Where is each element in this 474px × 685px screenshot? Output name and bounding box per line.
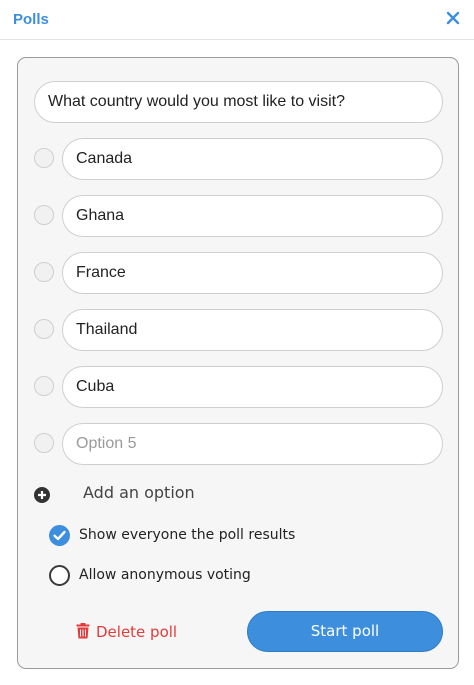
check-icon bbox=[53, 530, 66, 541]
option-1-radio[interactable] bbox=[34, 148, 54, 168]
trash-icon bbox=[76, 623, 90, 639]
option-4-radio[interactable] bbox=[34, 319, 54, 339]
option-2-radio[interactable] bbox=[34, 205, 54, 225]
polls-header: Polls bbox=[0, 0, 474, 40]
anonymous-voting-checkbox[interactable]: Allow anonymous voting bbox=[49, 564, 369, 588]
start-poll-button[interactable]: Start poll bbox=[247, 611, 443, 652]
option-3-radio[interactable] bbox=[34, 262, 54, 282]
option-5-input[interactable]: Cuba bbox=[62, 366, 443, 408]
option-4-input[interactable]: Thailand bbox=[62, 309, 443, 351]
poll-editor-panel: What country would you most like to visi… bbox=[17, 57, 459, 669]
plus-circle-icon bbox=[34, 487, 50, 503]
poll-question-input[interactable]: What country would you most like to visi… bbox=[34, 81, 443, 123]
add-option-button[interactable]: Add an option bbox=[34, 481, 234, 509]
show-results-checkbox[interactable]: Show everyone the poll results bbox=[49, 524, 369, 548]
unchecked-indicator bbox=[49, 565, 70, 586]
delete-poll-label: Delete poll bbox=[96, 623, 178, 641]
checked-indicator bbox=[49, 525, 70, 546]
add-option-label: Add an option bbox=[83, 483, 195, 502]
close-icon bbox=[446, 11, 460, 25]
panel-title: Polls bbox=[13, 11, 49, 28]
close-button[interactable] bbox=[444, 9, 462, 27]
option-5-radio[interactable] bbox=[34, 376, 54, 396]
option-1-input[interactable]: Canada bbox=[62, 138, 443, 180]
option-3-input[interactable]: France bbox=[62, 252, 443, 294]
anonymous-voting-label: Allow anonymous voting bbox=[79, 567, 251, 583]
option-6-radio[interactable] bbox=[34, 433, 54, 453]
option-2-input[interactable]: Ghana bbox=[62, 195, 443, 237]
option-6-input[interactable]: Option 5 bbox=[62, 423, 443, 465]
delete-poll-button[interactable]: Delete poll bbox=[73, 618, 203, 644]
show-results-label: Show everyone the poll results bbox=[79, 527, 296, 543]
